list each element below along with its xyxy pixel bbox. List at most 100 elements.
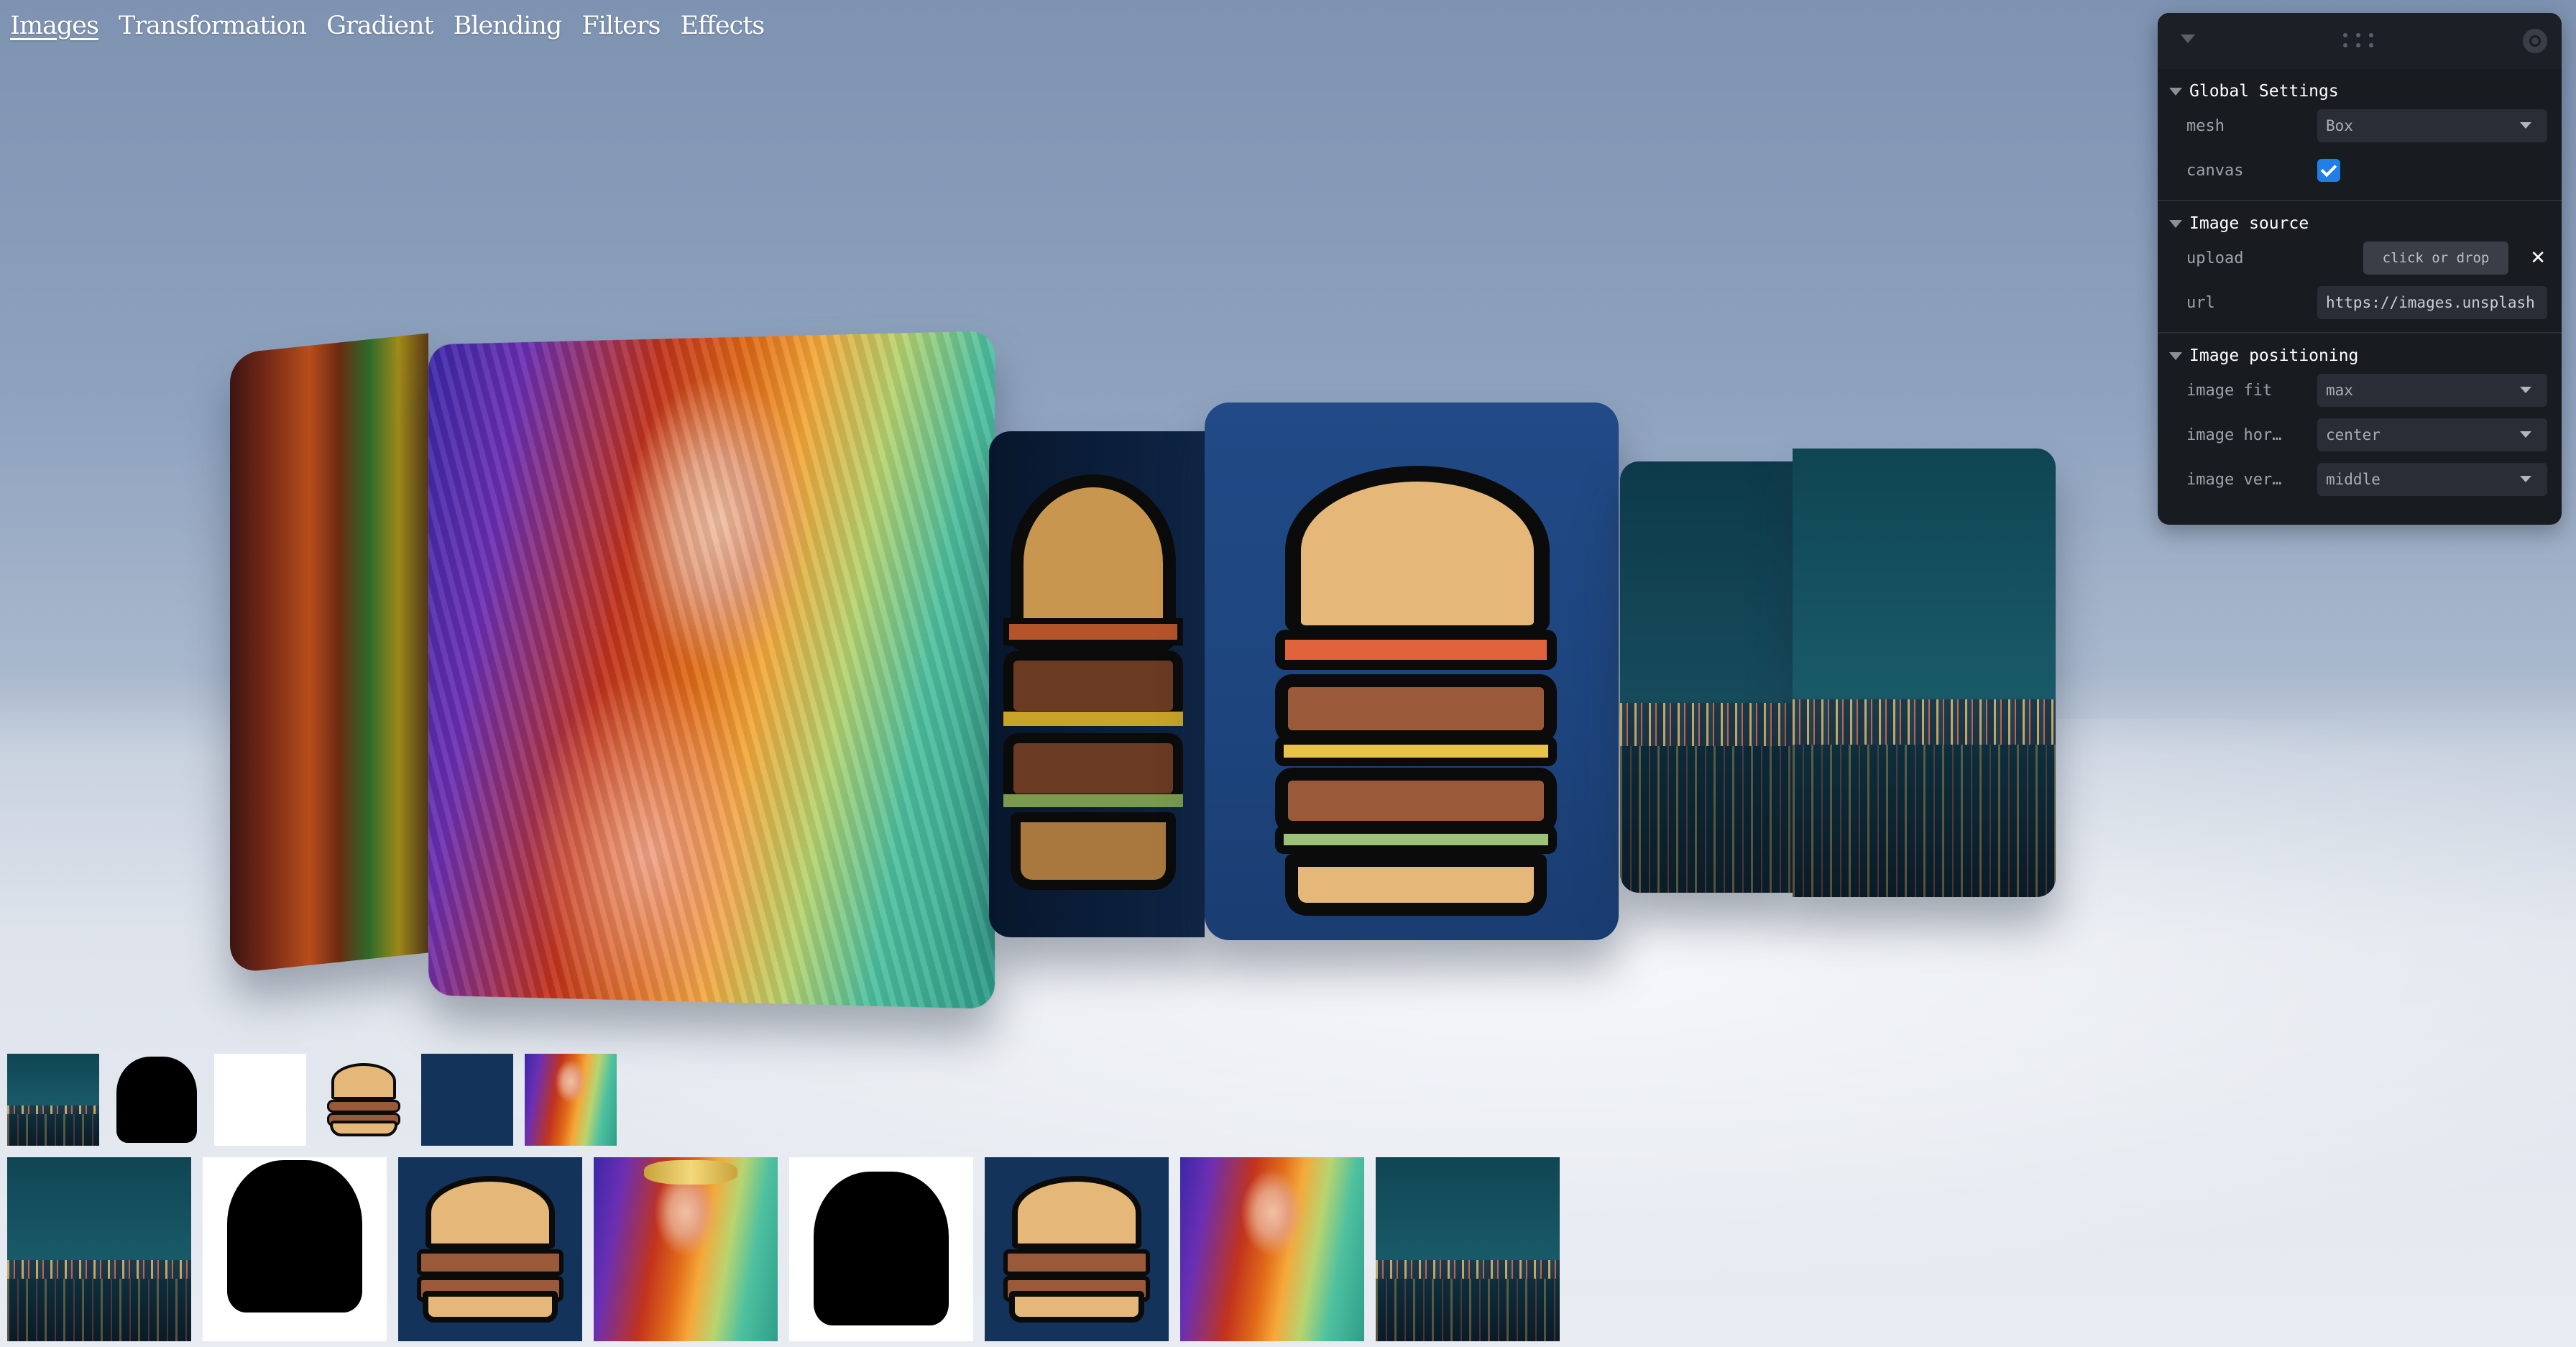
thumb-burger-mask[interactable] bbox=[203, 1157, 387, 1341]
url-label: url bbox=[2186, 293, 2215, 312]
mesh-row: mesh Box bbox=[2158, 104, 2562, 148]
skyline bbox=[1793, 699, 2056, 745]
burger-silhouette bbox=[116, 1057, 197, 1143]
burger-image bbox=[1275, 466, 1557, 916]
search-icon[interactable] bbox=[2523, 29, 2547, 53]
thumb-burger[interactable] bbox=[398, 1157, 582, 1341]
water-reflection bbox=[7, 1278, 191, 1341]
skyline bbox=[7, 1105, 99, 1115]
thumb-burger[interactable] bbox=[318, 1054, 410, 1146]
chevron-down-icon bbox=[2520, 431, 2531, 438]
upload-button[interactable]: click or drop bbox=[2363, 242, 2508, 275]
top-nav: Images Transformation Gradient Blending … bbox=[10, 12, 784, 40]
bun-bottom bbox=[1008, 1290, 1145, 1323]
bun-top bbox=[1011, 1175, 1142, 1249]
burger-image bbox=[1003, 1175, 1151, 1323]
section-title: Image source bbox=[2189, 214, 2309, 233]
mesh-select[interactable]: Box bbox=[2317, 109, 2547, 142]
settings-panel: Global Settings mesh Box canvas Image so… bbox=[2158, 13, 2562, 525]
burger-cube[interactable] bbox=[1205, 403, 1619, 940]
nav-transformation[interactable]: Transformation bbox=[119, 12, 307, 40]
thumb-woman[interactable] bbox=[525, 1054, 617, 1146]
image-source-header[interactable]: Image source bbox=[2158, 211, 2562, 236]
drag-handle-icon[interactable] bbox=[2343, 33, 2376, 49]
thumb-city[interactable] bbox=[7, 1157, 191, 1341]
thumb-burger-mask[interactable] bbox=[789, 1157, 973, 1341]
burger-side-image bbox=[1003, 474, 1183, 890]
nav-filters[interactable]: Filters bbox=[581, 12, 661, 40]
url-row: url https://images.unsplash bbox=[2158, 280, 2562, 325]
bun-top bbox=[425, 1175, 556, 1249]
thumb-city[interactable] bbox=[1376, 1157, 1560, 1341]
image-vertical-select[interactable]: middle bbox=[2317, 463, 2547, 496]
patty bbox=[416, 1249, 564, 1276]
collapse-icon[interactable] bbox=[2181, 35, 2195, 43]
mesh-value: Box bbox=[2326, 117, 2353, 134]
image-fit-label: image fit bbox=[2186, 381, 2273, 400]
url-input[interactable]: https://images.unsplash bbox=[2317, 286, 2547, 319]
water-reflection bbox=[1793, 744, 2056, 897]
image-horizontal-label: image hor… bbox=[2186, 426, 2282, 444]
global-settings-header[interactable]: Global Settings bbox=[2158, 79, 2562, 104]
burger-image bbox=[326, 1062, 401, 1137]
patty bbox=[1003, 1249, 1151, 1276]
upload-label: upload bbox=[2186, 249, 2244, 267]
water-reflection bbox=[7, 1114, 99, 1146]
burger-silhouette bbox=[814, 1172, 949, 1325]
city-cube-side bbox=[1620, 461, 1793, 893]
nav-images[interactable]: Images bbox=[10, 12, 99, 40]
woman-cube[interactable] bbox=[428, 331, 995, 1009]
image-fit-value: max bbox=[2326, 382, 2353, 399]
section-title: Image positioning bbox=[2189, 346, 2359, 365]
burger-image bbox=[416, 1175, 564, 1323]
chevron-down-icon bbox=[2169, 351, 2182, 360]
patty bbox=[326, 1100, 401, 1113]
upload-row: upload click or drop ✕ bbox=[2158, 236, 2562, 280]
image-source-section: Image source upload click or drop ✕ url … bbox=[2158, 201, 2562, 334]
large-thumbnail-strip bbox=[7, 1157, 1560, 1341]
chevron-down-icon bbox=[2520, 387, 2531, 393]
image-horizontal-select[interactable]: center bbox=[2317, 418, 2547, 451]
water-reflection bbox=[1620, 746, 1793, 893]
section-title: Global Settings bbox=[2189, 82, 2339, 101]
thumb-woman[interactable] bbox=[594, 1157, 778, 1341]
image-fit-select[interactable]: max bbox=[2317, 374, 2547, 407]
small-thumbnail-strip bbox=[7, 1054, 617, 1146]
skyline bbox=[1376, 1260, 1560, 1279]
thumb-white[interactable] bbox=[214, 1054, 306, 1146]
chevron-down-icon bbox=[2169, 219, 2182, 228]
image-vertical-label: image ver… bbox=[2186, 470, 2282, 489]
global-settings-section: Global Settings mesh Box canvas bbox=[2158, 69, 2562, 201]
chevron-down-icon bbox=[2520, 122, 2531, 129]
nav-blending[interactable]: Blending bbox=[454, 12, 563, 40]
thumb-city[interactable] bbox=[7, 1054, 99, 1146]
bun-top bbox=[331, 1062, 397, 1100]
skyline bbox=[1620, 703, 1793, 746]
mesh-label: mesh bbox=[2186, 116, 2225, 135]
thumb-burger[interactable] bbox=[985, 1157, 1169, 1341]
image-horizontal-row: image hor… center bbox=[2158, 413, 2562, 457]
nav-gradient[interactable]: Gradient bbox=[326, 12, 433, 40]
thumb-navy[interactable] bbox=[421, 1054, 513, 1146]
close-icon[interactable]: ✕ bbox=[2530, 247, 2546, 269]
crown bbox=[644, 1160, 737, 1185]
image-positioning-header[interactable]: Image positioning bbox=[2158, 344, 2562, 368]
canvas-checkbox[interactable] bbox=[2317, 159, 2340, 182]
image-fit-row: image fit max bbox=[2158, 368, 2562, 413]
image-vertical-value: middle bbox=[2326, 471, 2380, 488]
water-reflection bbox=[1376, 1278, 1560, 1341]
thumb-woman[interactable] bbox=[1180, 1157, 1364, 1341]
woman-cube-side bbox=[230, 333, 428, 974]
nav-effects[interactable]: Effects bbox=[680, 12, 765, 40]
panel-header bbox=[2158, 13, 2562, 69]
chevron-down-icon bbox=[2169, 87, 2182, 96]
bun-bottom bbox=[422, 1290, 558, 1323]
city-cube[interactable] bbox=[1793, 449, 2056, 897]
canvas-row: canvas bbox=[2158, 148, 2562, 193]
chevron-down-icon bbox=[2520, 476, 2531, 482]
image-positioning-section: Image positioning image fit max image ho… bbox=[2158, 334, 2562, 509]
canvas-label: canvas bbox=[2186, 161, 2244, 180]
skyline bbox=[7, 1260, 191, 1279]
thumb-burger-mask[interactable] bbox=[111, 1054, 203, 1146]
image-horizontal-value: center bbox=[2326, 426, 2380, 443]
